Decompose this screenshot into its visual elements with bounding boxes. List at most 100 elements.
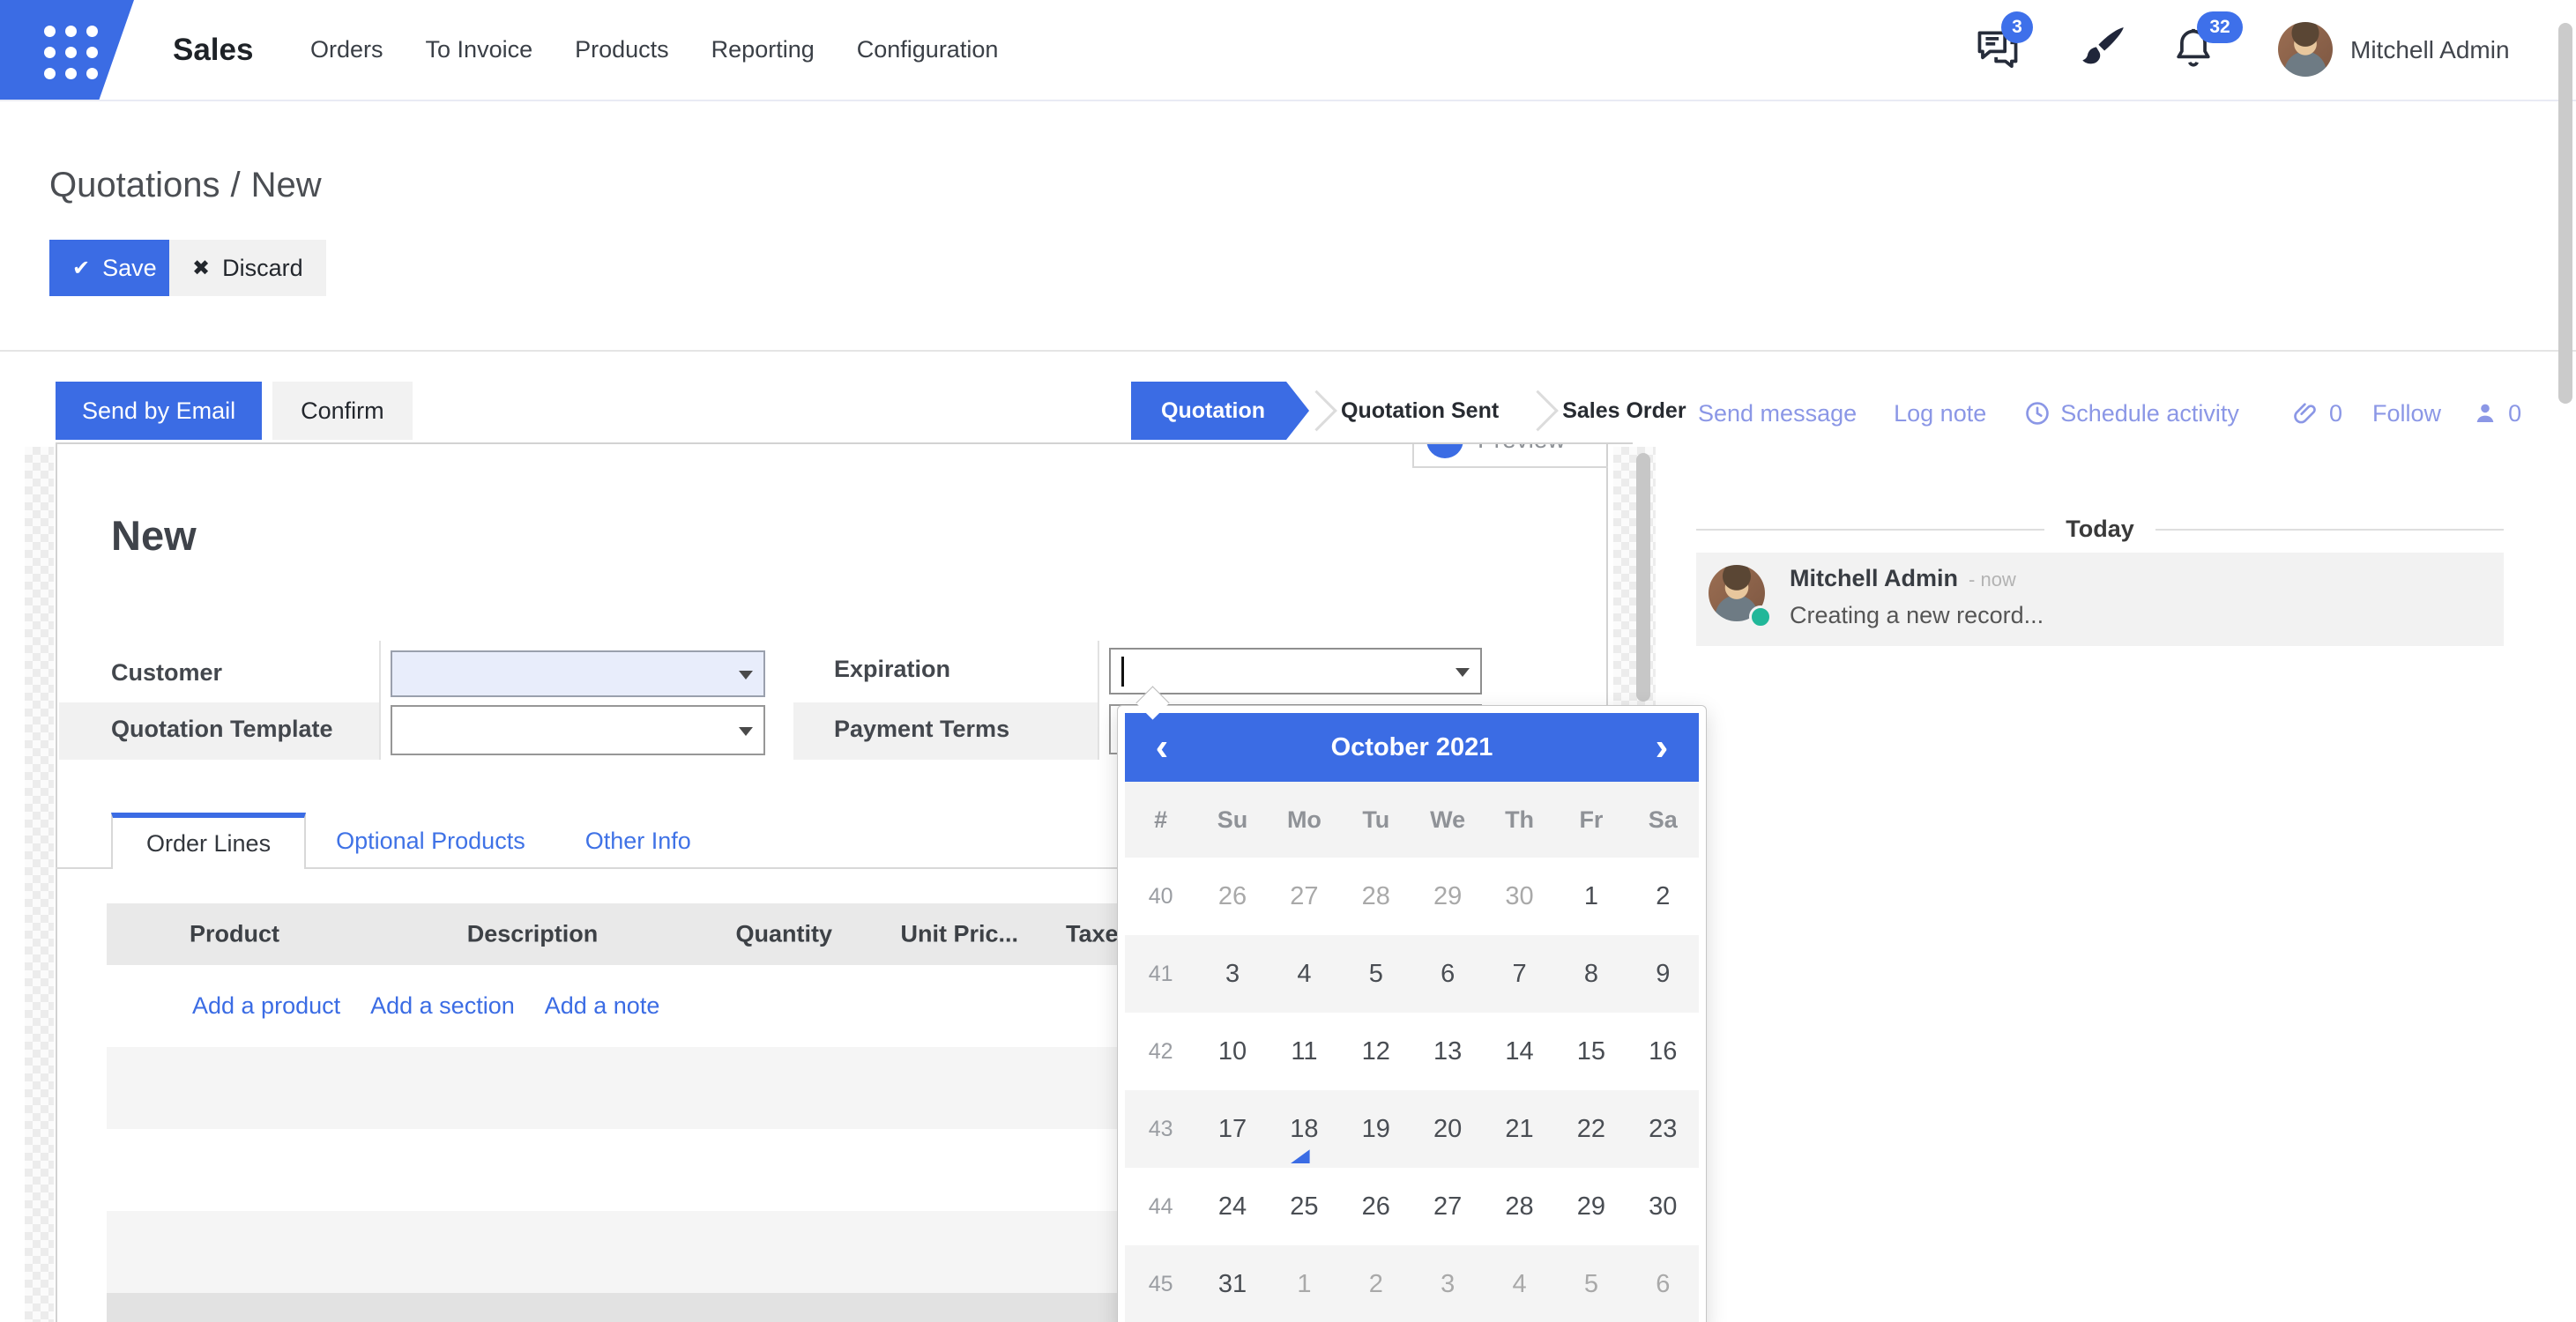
datepicker-day[interactable]: 7 — [1484, 935, 1555, 1013]
datepicker-day[interactable]: 11 — [1269, 1013, 1340, 1090]
datepicker-week-row: 41 3 4 5 6 7 8 — [1125, 935, 1699, 1013]
datepicker-day[interactable]: 29 — [1412, 858, 1484, 935]
datepicker-day[interactable]: 22 — [1555, 1090, 1627, 1168]
stage-button[interactable]: Quotation — [1131, 382, 1309, 440]
user-menu[interactable]: Mitchell Admin — [2350, 0, 2510, 100]
attachments-count: 0 — [2329, 400, 2342, 427]
day-header: Tu — [1340, 806, 1411, 834]
datepicker-day[interactable]: 28 — [1340, 858, 1411, 935]
paperclip-icon — [2292, 399, 2320, 427]
notebook-tabs: Order Lines Optional Products Other Info — [111, 813, 721, 869]
datepicker-day[interactable]: 8 — [1555, 935, 1627, 1013]
day-header: Th — [1484, 806, 1555, 834]
datepicker-day[interactable]: 4 — [1269, 935, 1340, 1013]
send-by-email-button[interactable]: Send by Email — [56, 382, 262, 440]
schedule-activity-link[interactable]: Schedule activity — [2023, 399, 2239, 427]
datepicker-day[interactable]: 21 — [1484, 1090, 1555, 1168]
datepicker-week-row: 44 24 25 26 27 28 — [1125, 1168, 1699, 1245]
week-number: 40 — [1125, 884, 1196, 910]
datepicker-day[interactable]: 23 — [1627, 1090, 1699, 1168]
datepicker-day[interactable]: 5 — [1340, 935, 1411, 1013]
datepicker-week-row: 45 31 1 2 3 4 5 — [1125, 1245, 1699, 1322]
main-menu: Orders To Invoice Products Reporting Con… — [310, 0, 998, 100]
user-avatar[interactable] — [2278, 22, 2333, 77]
stage-button[interactable]: Sales Order — [1530, 382, 1717, 440]
datepicker-day[interactable]: 2 — [1340, 1245, 1411, 1322]
datepicker-day[interactable]: 29 — [1555, 1168, 1627, 1245]
save-button[interactable]: ✔ Save — [49, 240, 180, 296]
breadcrumb-section[interactable]: Quotations — [49, 166, 220, 204]
attachments-button[interactable]: 0 — [2292, 399, 2342, 427]
follow-button[interactable]: Follow — [2372, 400, 2441, 427]
menu-item[interactable]: Products — [575, 36, 669, 63]
datepicker-day[interactable]: 6 — [1627, 1245, 1699, 1322]
datepicker-day[interactable]: 3 — [1196, 935, 1268, 1013]
datepicker-day[interactable]: 5 — [1555, 1245, 1627, 1322]
menu-item[interactable]: Orders — [310, 36, 383, 63]
datepicker-day-headers: # Su Mo Tu We Th Fr Sa — [1125, 782, 1699, 858]
datepicker-day[interactable]: 2 — [1627, 858, 1699, 935]
notebook-tab[interactable]: Optional Products — [306, 813, 555, 869]
send-message-link[interactable]: Send message — [1698, 400, 1857, 427]
page-scrollbar-thumb[interactable] — [2558, 23, 2572, 404]
add-line-link[interactable]: Add a section — [370, 992, 515, 1020]
payment-terms-label: Payment Terms — [834, 716, 1009, 743]
datepicker-day[interactable]: 4 — [1484, 1245, 1555, 1322]
datepicker-day[interactable]: 12 — [1340, 1013, 1411, 1090]
add-line-link[interactable]: Add a note — [545, 992, 660, 1020]
datepicker-day[interactable]: 15 — [1555, 1013, 1627, 1090]
notebook-tab[interactable]: Order Lines — [111, 813, 306, 869]
datepicker-day[interactable]: 26 — [1340, 1168, 1411, 1245]
apps-menu-button[interactable] — [0, 0, 134, 100]
datepicker-day[interactable]: 25 — [1269, 1168, 1340, 1245]
datepicker-day[interactable]: 1 — [1555, 858, 1627, 935]
datepicker-day[interactable]: 27 — [1269, 858, 1340, 935]
week-number: 41 — [1125, 962, 1196, 987]
quotation-template-input[interactable] — [391, 705, 765, 755]
confirm-button[interactable]: Confirm — [272, 382, 413, 440]
add-line-link[interactable]: Add a product — [192, 992, 340, 1020]
order-lines-add-row: Add a product Add a section Add a note — [192, 965, 659, 1047]
menu-item[interactable]: Reporting — [711, 36, 815, 63]
theme-brush-icon[interactable] — [2073, 23, 2128, 78]
log-note-link[interactable]: Log note — [1894, 400, 1986, 427]
datepicker-day[interactable]: 18 — [1269, 1090, 1340, 1168]
datepicker-month-label[interactable]: October 2021 — [1199, 733, 1625, 762]
datepicker-day[interactable]: 14 — [1484, 1013, 1555, 1090]
datepicker-day[interactable]: 1 — [1269, 1245, 1340, 1322]
expiration-label: Expiration — [834, 656, 950, 683]
datepicker-day[interactable]: 10 — [1196, 1013, 1268, 1090]
prev-month-button[interactable]: ‹ — [1125, 713, 1199, 782]
breadcrumb: Quotations/New — [49, 166, 322, 205]
customer-input[interactable] — [391, 650, 765, 697]
datepicker-day[interactable]: 28 — [1484, 1168, 1555, 1245]
notebook-tab[interactable]: Other Info — [555, 813, 721, 869]
column-header: Product — [190, 921, 279, 948]
datepicker-day[interactable]: 30 — [1484, 858, 1555, 935]
menu-item[interactable]: To Invoice — [426, 36, 533, 63]
menu-item[interactable]: Configuration — [857, 36, 999, 63]
datepicker-day[interactable]: 13 — [1412, 1013, 1484, 1090]
discard-button[interactable]: ✖ Discard — [169, 240, 326, 296]
datepicker-day[interactable]: 20 — [1412, 1090, 1484, 1168]
datepicker-header: ‹ October 2021 › — [1125, 713, 1699, 782]
expiration-input[interactable] — [1109, 648, 1482, 694]
datepicker-day[interactable]: 6 — [1412, 935, 1484, 1013]
app-name[interactable]: Sales — [173, 0, 253, 100]
datepicker-day[interactable]: 30 — [1627, 1168, 1699, 1245]
next-month-button[interactable]: › — [1625, 713, 1699, 782]
datepicker-day[interactable]: 16 — [1627, 1013, 1699, 1090]
week-number: 45 — [1125, 1272, 1196, 1297]
stage-button[interactable]: Quotation Sent — [1309, 382, 1530, 440]
followers-button[interactable]: 0 — [2471, 399, 2521, 427]
datepicker-day[interactable]: 24 — [1196, 1168, 1268, 1245]
datepicker-day[interactable]: 19 — [1340, 1090, 1411, 1168]
form-scrollbar-thumb[interactable] — [1636, 453, 1650, 702]
datepicker-day[interactable]: 27 — [1412, 1168, 1484, 1245]
datepicker-day[interactable]: 31 — [1196, 1245, 1268, 1322]
datepicker-day[interactable]: 26 — [1196, 858, 1268, 935]
datepicker-day[interactable]: 9 — [1627, 935, 1699, 1013]
datepicker-week-row: 42 10 11 12 13 14 — [1125, 1013, 1699, 1090]
datepicker-day[interactable]: 17 — [1196, 1090, 1268, 1168]
datepicker-day[interactable]: 3 — [1412, 1245, 1484, 1322]
